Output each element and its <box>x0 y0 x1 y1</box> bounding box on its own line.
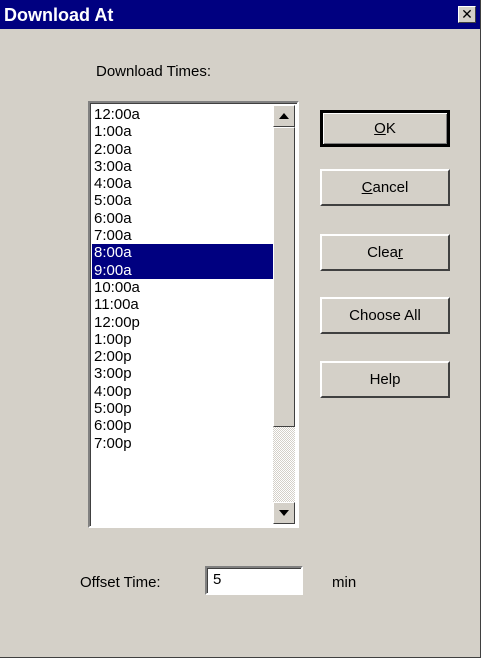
time-list-item[interactable]: 1:00p <box>92 331 275 348</box>
time-list-item[interactable]: 10:00a <box>92 279 275 296</box>
clear-button[interactable]: Clear <box>320 234 450 271</box>
download-at-dialog: Download At ✕ Download Times: 12:00a 1:00… <box>0 0 481 658</box>
title-bar[interactable]: Download At ✕ <box>0 0 480 29</box>
time-list-item[interactable]: 11:00a <box>92 296 275 313</box>
download-times-label: Download Times: <box>96 63 212 80</box>
time-list-item[interactable]: 4:00a <box>92 175 275 192</box>
time-list-item[interactable]: 7:00p <box>92 435 275 452</box>
scroll-up-button[interactable] <box>273 105 295 127</box>
ok-button[interactable]: OK <box>320 110 450 147</box>
close-button[interactable]: ✕ <box>458 6 476 23</box>
time-list-item[interactable]: 6:00p <box>92 417 275 434</box>
clear-label: Clear <box>367 244 403 261</box>
time-list-item[interactable]: 12:00p <box>92 314 275 331</box>
cancel-label: Cancel <box>361 179 409 196</box>
time-list-item[interactable]: 2:00a <box>92 141 275 158</box>
vertical-scrollbar[interactable] <box>273 105 295 524</box>
help-label: Help <box>369 371 401 388</box>
time-list-item[interactable]: 12:00a <box>92 106 275 123</box>
time-list-item[interactable]: 5:00p <box>92 400 275 417</box>
offset-time-input[interactable]: 5 <box>205 566 303 595</box>
help-button[interactable]: Help <box>320 361 450 398</box>
choose-all-label: Choose All <box>349 307 421 324</box>
close-icon: ✕ <box>461 6 473 23</box>
time-list-item[interactable]: 3:00p <box>92 365 275 382</box>
scroll-thumb[interactable] <box>273 127 295 427</box>
time-list-item[interactable]: 1:00a <box>92 123 275 140</box>
offset-unit-label: min <box>332 574 357 591</box>
ok-label: OK <box>374 120 396 137</box>
download-times-listbox[interactable]: 12:00a 1:00a 2:00a 3:00a 4:00a 5:00a 6:00a 7:00… <box>88 101 299 528</box>
time-list-item[interactable]: 7:00a <box>92 227 275 244</box>
arrow-up-icon <box>279 113 289 119</box>
time-list-item[interactable]: 5:00a <box>92 192 275 209</box>
choose-all-button[interactable]: Choose All <box>320 297 450 334</box>
time-list-item[interactable]: 4:00p <box>92 383 275 400</box>
time-list-item[interactable]: 9:00a <box>92 261 275 279</box>
offset-time-label: Offset Time: <box>80 574 161 591</box>
scroll-down-button[interactable] <box>273 502 295 524</box>
cancel-button[interactable]: Cancel <box>320 169 450 206</box>
window-title: Download At <box>4 5 114 25</box>
time-list-item[interactable]: 2:00p <box>92 348 275 365</box>
time-list-item[interactable]: 8:00a <box>92 244 275 262</box>
listbox-items: 12:00a 1:00a 2:00a 3:00a 4:00a 5:00a 6:00a 7:00… <box>92 106 275 452</box>
arrow-down-icon <box>279 510 289 516</box>
time-list-item[interactable]: 3:00a <box>92 158 275 175</box>
time-list-item[interactable]: 6:00a <box>92 210 275 227</box>
